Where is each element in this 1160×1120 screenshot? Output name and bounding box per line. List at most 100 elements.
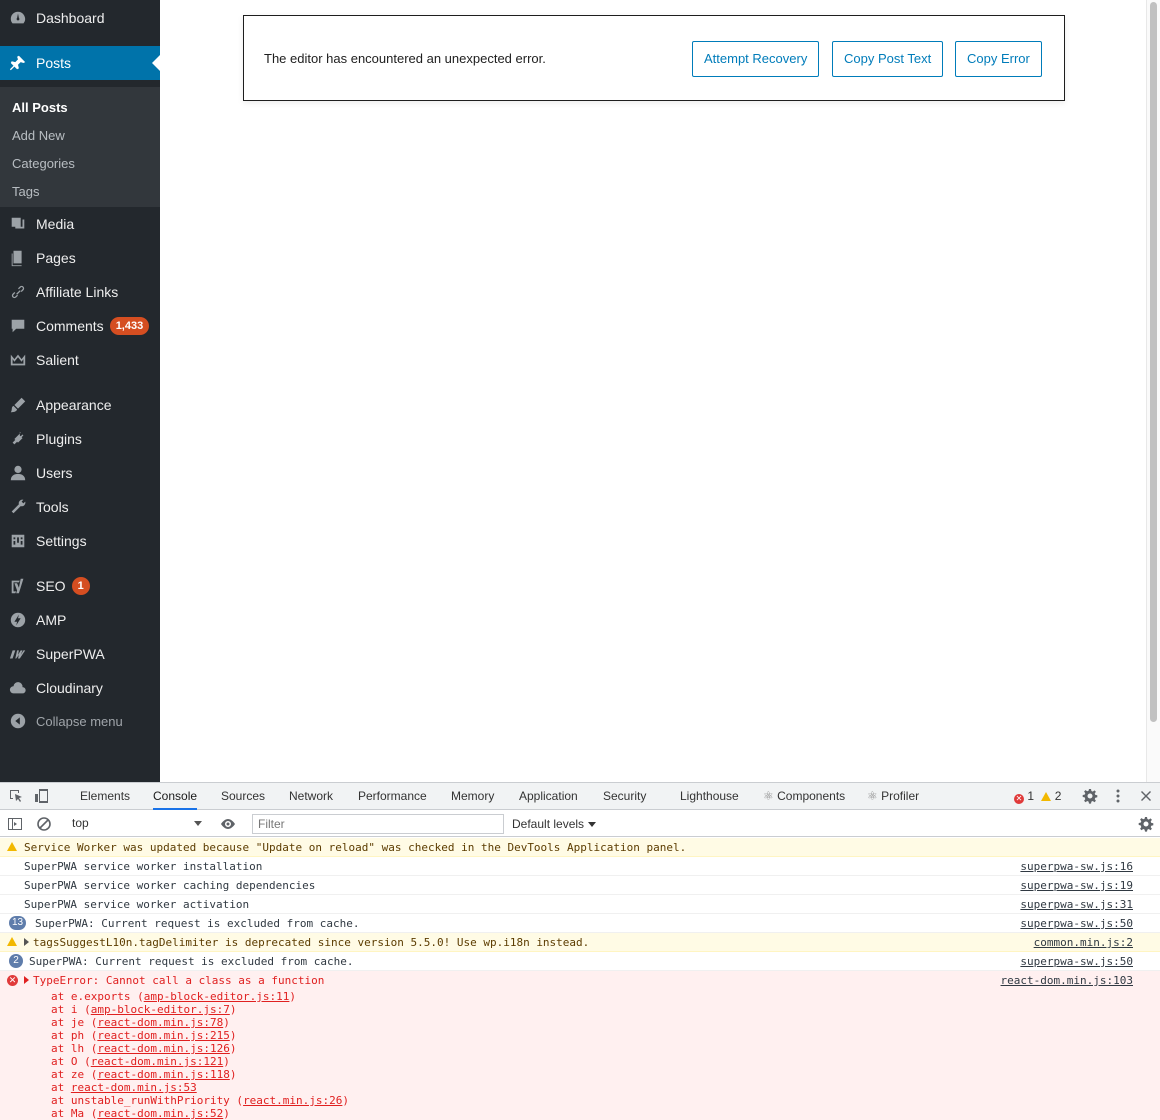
clear-console-icon[interactable]	[36, 816, 52, 832]
submenu-tags[interactable]: Tags	[0, 178, 160, 206]
menu-salient[interactable]: Salient	[0, 343, 160, 377]
sidebar-toggle-icon[interactable]	[7, 816, 23, 832]
menu-label: Users	[36, 465, 73, 481]
menu-users[interactable]: Users	[0, 456, 160, 490]
menu-settings[interactable]: Settings	[0, 524, 160, 558]
log-levels-dropdown[interactable]: Default levels	[512, 814, 597, 834]
inspect-element-icon[interactable]	[8, 788, 24, 804]
stack-frame-link[interactable]: react-dom.min.js:121	[91, 1055, 223, 1068]
stack-frame: at Ma (react-dom.min.js:52)	[51, 1107, 230, 1120]
menu-affiliate-links[interactable]: Affiliate Links	[0, 275, 160, 309]
message-text: TypeError: Cannot call a class as a func…	[24, 974, 324, 987]
tab-security[interactable]: Security	[603, 783, 646, 810]
source-link[interactable]: superpwa-sw.js:16	[1020, 860, 1133, 873]
menu-amp[interactable]: AMP	[0, 603, 160, 637]
plug-icon	[0, 430, 36, 448]
stack-frame-link[interactable]: amp-block-editor.js:11	[144, 990, 290, 1003]
stack-frame-link[interactable]: react-dom.min.js:52	[97, 1107, 223, 1120]
copy-error-button[interactable]: Copy Error	[955, 41, 1042, 77]
source-link[interactable]: react-dom.min.js:103	[1001, 974, 1133, 987]
cloud-icon	[0, 679, 36, 697]
menu-appearance[interactable]: Appearance	[0, 388, 160, 422]
copy-post-text-button[interactable]: Copy Post Text	[832, 41, 944, 77]
source-link[interactable]: common.min.js:2	[1034, 936, 1133, 949]
tab-components[interactable]: ⚛ Components	[763, 783, 845, 810]
current-arrow	[152, 55, 160, 71]
more-options-icon[interactable]	[1110, 788, 1126, 804]
message-text-content: tagsSuggestL10n.tagDelimiter is deprecat…	[33, 936, 590, 949]
chevron-down-icon	[588, 822, 597, 828]
menu-label: Salient	[36, 352, 79, 368]
issue-counter[interactable]: ✕ 1 2	[1014, 783, 1061, 810]
tab-profiler[interactable]: ⚛ Profiler	[867, 783, 919, 810]
stack-frame-fn: at ze (	[51, 1068, 98, 1081]
amp-bolt-icon	[0, 611, 36, 629]
admin-sidebar: Dashboard Posts All Posts Add New Catego…	[0, 0, 160, 782]
source-link[interactable]: superpwa-sw.js:50	[1020, 955, 1133, 968]
stack-frame-close: )	[223, 1016, 230, 1029]
expand-arrow-icon[interactable]	[24, 938, 29, 946]
device-toolbar-icon[interactable]	[34, 788, 50, 804]
menu-label: Posts	[36, 55, 72, 71]
stack-frame-link[interactable]: amp-block-editor.js:7	[91, 1003, 230, 1016]
source-link[interactable]: superpwa-sw.js:31	[1020, 898, 1133, 911]
submenu-add-new[interactable]: Add New	[0, 122, 160, 150]
tab-network[interactable]: Network	[289, 783, 333, 810]
stack-frame-link[interactable]: react-dom.min.js:215	[97, 1029, 229, 1042]
log-levels-label: Default levels	[512, 817, 585, 831]
attempt-recovery-button[interactable]: Attempt Recovery	[692, 41, 820, 77]
console-filter-input[interactable]	[252, 814, 504, 834]
stack-frame-link[interactable]: react-dom.min.js:78	[97, 1016, 223, 1029]
stack-frame-link[interactable]: react-dom.min.js:118	[97, 1068, 229, 1081]
editor-area: The editor has encountered an unexpected…	[160, 0, 1160, 782]
source-link[interactable]: superpwa-sw.js:19	[1020, 879, 1133, 892]
eye-icon[interactable]	[220, 816, 236, 832]
tab-performance[interactable]: Performance	[358, 783, 427, 810]
stack-frame-link[interactable]: react-dom.min.js:53	[71, 1081, 197, 1094]
stack-frame: at O (react-dom.min.js:121)	[51, 1055, 230, 1068]
tab-memory[interactable]: Memory	[451, 783, 494, 810]
seo-count-badge: 1	[71, 577, 90, 595]
collapse-menu-button[interactable]: Collapse menu	[0, 704, 160, 738]
menu-cloudinary[interactable]: Cloudinary	[0, 671, 160, 705]
menu-plugins[interactable]: Plugins	[0, 422, 160, 456]
menu-label: Plugins	[36, 431, 82, 447]
console-settings-gear-icon[interactable]	[1138, 816, 1154, 832]
page-scrollbar[interactable]	[1146, 0, 1160, 782]
stack-frame-fn: at O (	[51, 1055, 91, 1068]
submenu-categories[interactable]: Categories	[0, 150, 160, 178]
comment-icon	[0, 317, 36, 335]
menu-dashboard[interactable]: Dashboard	[0, 1, 160, 35]
menu-superpwa[interactable]: SuperPWA	[0, 637, 160, 671]
repeat-count-badge: 13	[9, 916, 27, 930]
expand-arrow-icon[interactable]	[24, 976, 29, 984]
source-link[interactable]: superpwa-sw.js:50	[1020, 917, 1133, 930]
scroll-thumb[interactable]	[1150, 2, 1157, 722]
menu-posts[interactable]: Posts	[0, 46, 160, 80]
menu-media[interactable]: Media	[0, 207, 160, 241]
tab-elements[interactable]: Elements	[80, 783, 130, 810]
tab-sources[interactable]: Sources	[221, 783, 265, 810]
menu-seo[interactable]: SEO 1	[0, 569, 160, 603]
devtools-panel: Elements Console Sources Network Perform…	[0, 782, 1160, 1120]
menu-comments[interactable]: Comments 1,433	[0, 309, 160, 343]
tab-lighthouse[interactable]: Lighthouse	[680, 783, 739, 810]
chevron-down-icon	[194, 821, 202, 826]
tab-console[interactable]: Console	[153, 783, 198, 810]
stack-frame-link[interactable]: react-dom.min.js:126	[97, 1042, 229, 1055]
pages-icon	[0, 249, 36, 267]
stack-frame-close: )	[229, 1003, 237, 1016]
react-icon: ⚛	[867, 789, 878, 803]
stack-frame-link[interactable]: react.min.js:26	[243, 1094, 342, 1107]
submenu-all-posts[interactable]: All Posts	[0, 94, 160, 122]
pwa-icon	[0, 645, 36, 663]
menu-pages[interactable]: Pages	[0, 241, 160, 275]
context-selector[interactable]: top	[64, 814, 206, 833]
menu-label: AMP	[36, 612, 67, 628]
menu-tools[interactable]: Tools	[0, 490, 160, 524]
close-icon[interactable]	[1138, 788, 1154, 804]
warning-icon	[1041, 792, 1052, 801]
console-message[interactable]: tagsSuggestL10n.tagDelimiter is deprecat…	[0, 933, 1160, 952]
settings-gear-icon[interactable]	[1082, 788, 1098, 804]
tab-application[interactable]: Application	[519, 783, 578, 810]
